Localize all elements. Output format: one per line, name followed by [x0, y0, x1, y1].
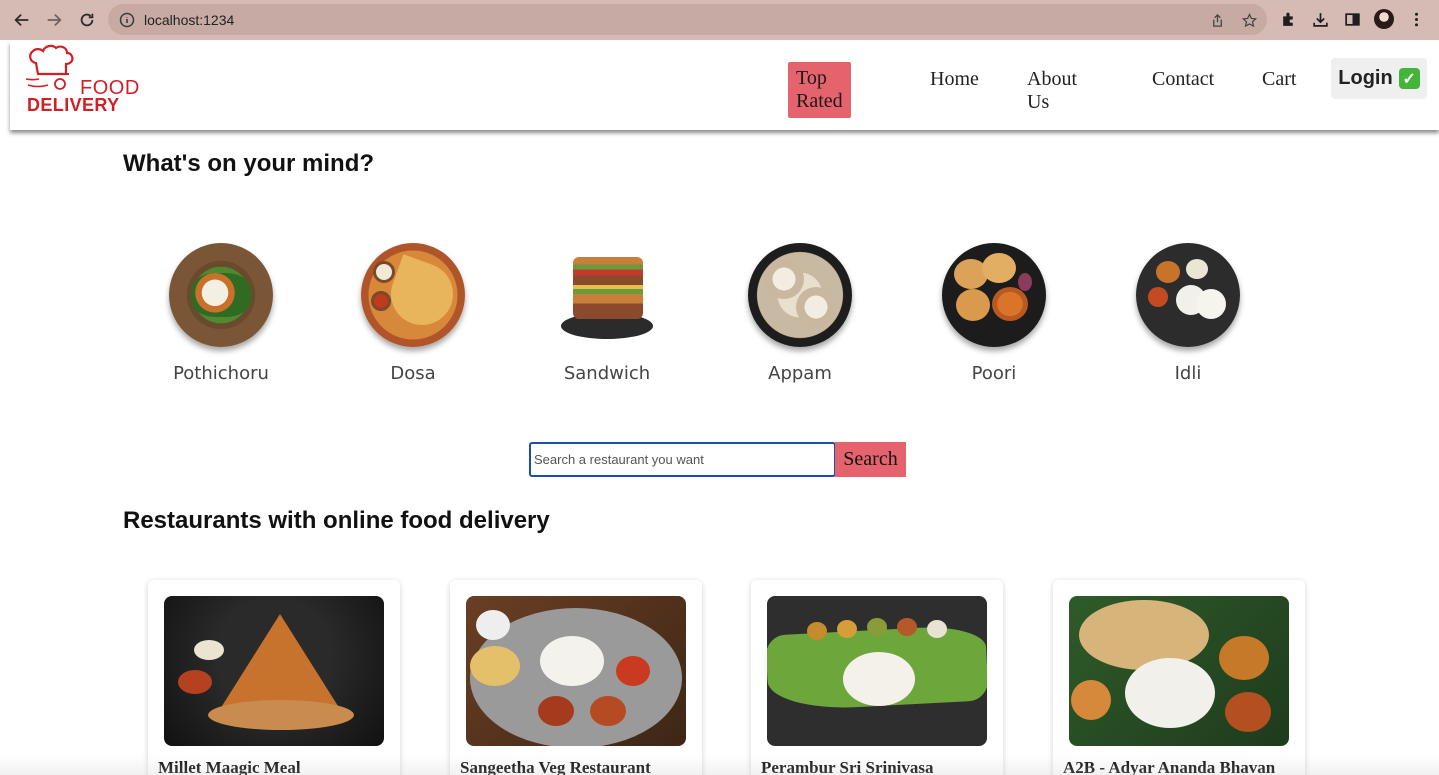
dosa-image — [361, 243, 465, 347]
nav-home[interactable]: Home — [930, 68, 979, 91]
restaurant-name: Perambur Sri Srinivasa — [761, 758, 934, 775]
dish-label: Dosa — [390, 363, 436, 384]
restaurant-name: Sangeetha Veg Restaurant — [460, 758, 651, 775]
restaurant-card[interactable]: Millet Maagic Meal — [148, 580, 400, 775]
browser-toolbar: localhost:1234 — [0, 0, 1439, 40]
search-input[interactable] — [529, 442, 836, 477]
chef-hat-icon — [24, 43, 80, 95]
restaurant-image — [1069, 596, 1289, 746]
kebab-menu-icon[interactable] — [1406, 6, 1426, 32]
dish-label: Idli — [1174, 363, 1202, 384]
dish-item[interactable]: Dosa — [353, 243, 473, 384]
dish-item[interactable]: Poori — [934, 243, 1054, 384]
star-icon[interactable] — [1239, 10, 1259, 30]
share-icon[interactable] — [1207, 10, 1227, 30]
search-button[interactable]: Search — [835, 442, 906, 477]
forward-icon[interactable] — [39, 5, 69, 35]
restaurant-name: A2B - Adyar Ananda Bhavan — [1063, 758, 1276, 775]
reload-icon[interactable] — [72, 5, 102, 35]
restaurant-image — [767, 596, 987, 746]
restaurant-name: Millet Maagic Meal — [158, 758, 301, 775]
top-rated-button[interactable]: Top Rated — [788, 62, 851, 118]
sidebar-icon[interactable] — [1342, 6, 1362, 32]
dish-label: Appam — [768, 363, 832, 384]
dish-item[interactable]: Pothichoru — [161, 243, 281, 384]
nav-about-us[interactable]: About Us — [1027, 68, 1077, 114]
appam-image — [748, 243, 852, 347]
idli-image — [1136, 243, 1240, 347]
restaurant-card[interactable]: A2B - Adyar Ananda Bhavan — [1053, 580, 1305, 775]
dish-label: Poori — [971, 363, 1017, 384]
extensions-icon[interactable] — [1278, 6, 1298, 32]
checkmark-icon: ✓ — [1398, 68, 1420, 89]
back-icon[interactable] — [7, 5, 37, 35]
pothichoru-image — [169, 243, 273, 347]
dish-label: Sandwich — [563, 363, 651, 384]
login-button[interactable]: Login ✓ — [1331, 58, 1427, 99]
poori-image — [942, 243, 1046, 347]
site-header: FOOD DELIVERY Top Rated Home About Us Co… — [10, 41, 1439, 130]
download-icon[interactable] — [1310, 6, 1330, 32]
address-bar[interactable]: localhost:1234 — [108, 4, 1267, 35]
restaurant-card[interactable]: Perambur Sri Srinivasa — [751, 580, 1003, 775]
dish-item[interactable]: Appam — [740, 243, 860, 384]
profile-avatar[interactable] — [1374, 9, 1394, 29]
nav-contact[interactable]: Contact — [1152, 68, 1214, 91]
restaurant-image — [164, 596, 384, 746]
dish-item[interactable]: Sandwich — [547, 243, 667, 384]
url-text[interactable]: localhost:1234 — [144, 12, 234, 28]
logo[interactable]: FOOD DELIVERY — [24, 43, 139, 115]
dish-item[interactable]: Idli — [1128, 243, 1248, 384]
restaurant-image — [466, 596, 686, 746]
logo-text-delivery: DELIVERY — [27, 95, 120, 115]
login-label: Login — [1338, 67, 1393, 89]
sandwich-image — [555, 243, 659, 347]
whats-on-your-mind-heading: What's on your mind? — [123, 150, 375, 177]
restaurants-heading: Restaurants with online food delivery — [123, 507, 550, 534]
dish-label: Pothichoru — [173, 363, 269, 384]
restaurant-card[interactable]: Sangeetha Veg Restaurant — [450, 580, 702, 775]
nav-cart[interactable]: Cart — [1262, 68, 1296, 91]
info-icon[interactable] — [119, 12, 135, 28]
